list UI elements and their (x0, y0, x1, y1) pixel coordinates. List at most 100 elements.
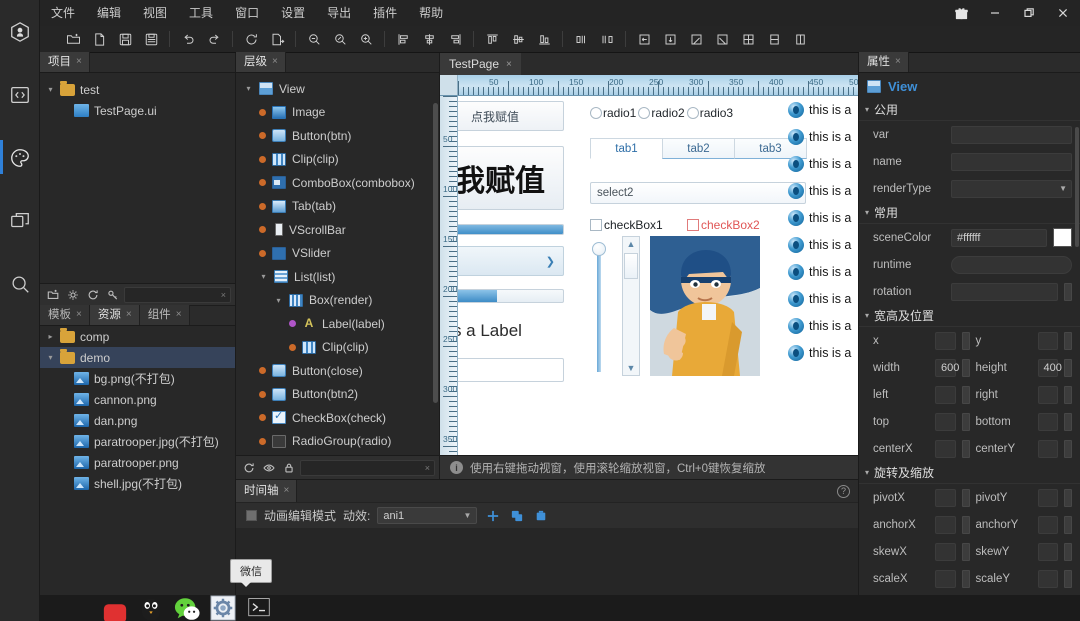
stepper-handle[interactable] (1064, 569, 1072, 588)
tab-project[interactable]: 项目 × (40, 52, 90, 72)
design-canvas[interactable]: 点我赋值 点我赋值 ❯ this is a Label input radio1… (458, 96, 858, 455)
refresh-button[interactable] (240, 28, 262, 50)
property-input-x[interactable] (935, 331, 956, 350)
checkbox-icon[interactable] (590, 219, 602, 231)
menu-plugins[interactable]: 插件 (362, 0, 408, 26)
effect-select[interactable]: ani1 ▼ (377, 507, 478, 524)
canvas-tab-2[interactable]: tab2 (662, 138, 735, 159)
rail-item-code[interactable] (0, 63, 40, 126)
node-status-dot[interactable] (259, 437, 266, 445)
stepper-handle[interactable] (1064, 488, 1072, 507)
hierarchy-node[interactable]: Button(btn2) (236, 383, 439, 407)
list-item[interactable]: ▸cannon.png (40, 389, 235, 410)
open-folder-button[interactable] (62, 28, 84, 50)
property-input-skewX[interactable] (935, 542, 956, 561)
canvas-checkbox-2[interactable]: checkBox2 (687, 218, 760, 232)
stepper-handle[interactable] (961, 439, 970, 458)
distribute-h-button[interactable] (570, 28, 592, 50)
canvas-image[interactable] (650, 236, 760, 376)
canvas-tab-1[interactable]: tab1 (590, 138, 663, 159)
property-input-y[interactable] (1037, 331, 1058, 350)
undo-button[interactable] (177, 28, 199, 50)
hierarchy-node[interactable]: Image (236, 101, 439, 125)
menu-settings[interactable]: 设置 (270, 0, 316, 26)
tab-timeline[interactable]: 时间轴 × (236, 480, 298, 502)
property-input-top[interactable] (935, 412, 956, 431)
close-icon[interactable]: × (176, 305, 182, 325)
close-icon[interactable]: × (506, 59, 512, 70)
canvas-list-item[interactable]: this is a (788, 231, 858, 258)
hierarchy-node[interactable]: VSlider (236, 242, 439, 266)
hierarchy-node[interactable]: VScrollBar (236, 218, 439, 242)
radio-icon[interactable] (686, 107, 699, 119)
canvas-list-item[interactable]: this is a (788, 177, 858, 204)
close-button[interactable] (1046, 0, 1080, 26)
zoom-reset-button[interactable] (329, 28, 351, 50)
list-item[interactable]: ▸dan.png (40, 410, 235, 431)
hierarchy-node[interactable]: CheckBox(check) (236, 406, 439, 430)
disclosure-arrow[interactable]: ▾ (46, 353, 55, 362)
align-top-button[interactable] (481, 28, 503, 50)
stepper-handle[interactable] (1064, 412, 1072, 431)
canvas-list[interactable]: this is a this is a this is a this is a this… (788, 96, 858, 366)
node-status-dot[interactable] (259, 155, 266, 163)
disclosure-arrow[interactable]: ▸ (46, 332, 55, 341)
canvas-tabbar[interactable]: tab1 tab2 tab3 (590, 138, 807, 159)
property-input-skewY[interactable] (1037, 542, 1058, 561)
clear-search-icon[interactable]: × (221, 290, 226, 300)
clear-search-icon[interactable]: × (425, 463, 430, 473)
stepper-handle[interactable] (1064, 542, 1072, 561)
node-status-dot[interactable] (259, 367, 266, 375)
new-folder-button[interactable] (44, 286, 61, 303)
canvas-vscrollbar[interactable]: ▲ ▼ (622, 236, 640, 376)
save-button[interactable] (114, 28, 136, 50)
split-v-button[interactable] (763, 28, 785, 50)
canvas-list-item[interactable]: this is a (788, 312, 858, 339)
publish-button[interactable] (266, 28, 288, 50)
disclosure-arrow[interactable]: ▾ (865, 468, 869, 477)
list-item[interactable]: ▸paratrooper.jpg(不打包) (40, 431, 235, 452)
property-input-scaleY[interactable] (1037, 569, 1058, 588)
menu-view[interactable]: 视图 (132, 0, 178, 26)
hierarchy-node[interactable]: ▾ Box(render) (236, 289, 439, 313)
node-status-dot[interactable] (259, 179, 266, 187)
property-group-header[interactable]: ▾ 宽高及位置 (859, 305, 1080, 327)
canvas-vslider[interactable] (592, 242, 608, 372)
canvas-list-item[interactable]: this is a (788, 285, 858, 312)
minimize-button[interactable] (978, 0, 1012, 26)
canvas-progressbar[interactable] (458, 224, 564, 235)
node-status-dot[interactable] (259, 202, 266, 210)
tab-hierarchy[interactable]: 层级 × (236, 52, 286, 72)
node-status-dot[interactable] (259, 390, 266, 398)
tab-testpage[interactable]: TestPage × (440, 53, 521, 75)
menu-export[interactable]: 导出 (316, 0, 362, 26)
property-input-anchorY[interactable] (1037, 515, 1058, 534)
taskbar-red-app[interactable] (98, 595, 132, 621)
taskbar-terminal[interactable] (242, 595, 276, 621)
property-input-runtime[interactable] (951, 255, 1072, 274)
property-input-scaleX[interactable] (935, 569, 956, 588)
canvas-list-item[interactable]: this is a (788, 204, 858, 231)
hierarchy-scrollbar[interactable] (433, 103, 438, 403)
stepper-handle[interactable] (961, 542, 970, 561)
rail-item-search[interactable] (0, 252, 40, 315)
disclosure-arrow[interactable]: ▾ (865, 208, 869, 217)
checkbox-icon[interactable] (687, 219, 699, 231)
animation-mode-checkbox[interactable] (246, 510, 257, 521)
hierarchy-node[interactable]: Clip(clip) (236, 148, 439, 172)
split-h-button[interactable] (789, 28, 811, 50)
list-item[interactable]: ▸shell.jpg(不打包) (40, 473, 235, 494)
node-status-dot[interactable] (259, 226, 266, 234)
toggle-lock-button[interactable] (280, 459, 297, 476)
node-status-dot[interactable] (259, 249, 266, 257)
rail-item-design[interactable] (0, 126, 40, 189)
properties-scrollbar[interactable] (1075, 127, 1079, 247)
close-icon[interactable]: × (284, 481, 290, 501)
rail-item-scenes[interactable] (0, 189, 40, 252)
disclosure-arrow[interactable]: ▾ (259, 272, 268, 281)
disclosure-arrow[interactable]: ▾ (274, 296, 283, 305)
save-all-button[interactable] (140, 28, 162, 50)
property-input-left[interactable] (935, 385, 956, 404)
stepper-handle[interactable] (1064, 282, 1072, 301)
canvas-input[interactable]: input (458, 358, 564, 382)
